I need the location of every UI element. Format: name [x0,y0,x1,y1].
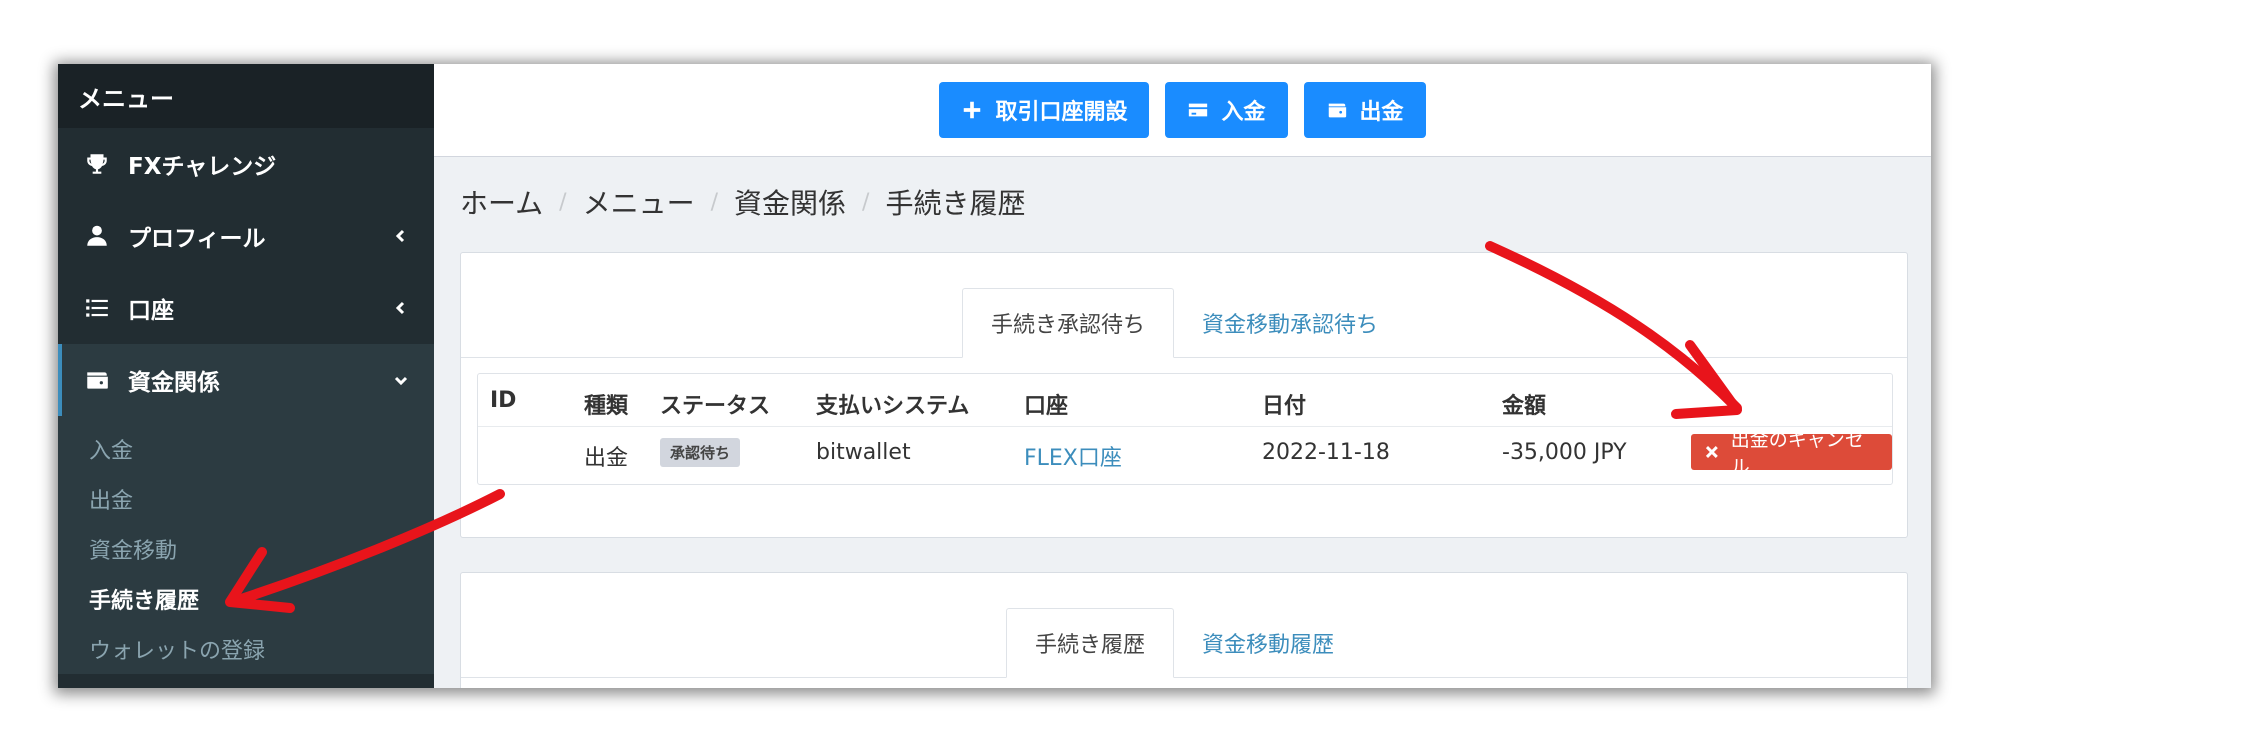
table-divider [478,426,1892,427]
tab-procedure-history[interactable]: 手続き履歴 [1005,608,1174,678]
sidebar-item-label: プロフィール [128,226,266,252]
cell-amount: -35,000 JPY [1502,440,1627,465]
status-badge: 承認待ち [660,438,741,467]
withdraw-label: 出金 [1359,100,1404,125]
sidebar-submenu: 入金 出金 資金移動 手続き履歴 ウォレットの登録 [58,416,434,674]
close-icon [1705,446,1718,458]
account-link[interactable]: FLEX口座 [1024,440,1122,472]
pending-card: 手続き承認待ち 資金移動承認待ち ID 種類 ステータス 支払いシステム 口座 … [460,252,1908,538]
wallet-icon [84,367,110,393]
sidebar-item-fx-challenge[interactable]: FXチャレンジ [58,128,434,200]
pending-tabs: 手続き承認待ち 資金移動承認待ち [461,253,1907,358]
cell-payment-system: bitwallet [816,440,911,465]
sidebar-item-label: 資金関係 [128,370,220,396]
tab-pending-transfers[interactable]: 資金移動承認待ち [1174,288,1407,358]
open-account-button[interactable]: 取引口座開設 [939,82,1150,138]
plus-icon [964,101,981,119]
top-toolbar: 取引口座開設 入金 出金 [434,64,1931,157]
deposit-button[interactable]: 入金 [1165,82,1288,138]
sidebar-item-profile[interactable]: プロフィール [58,200,434,272]
wallet-icon [1328,103,1346,118]
sidebar-item-label: 口座 [128,298,174,324]
submenu-item-deposit[interactable]: 入金 [58,424,434,474]
breadcrumb-separator: / [862,189,870,215]
breadcrumb: ホーム / メニュー / 資金関係 / 手続き履歴 [460,182,1025,222]
breadcrumb-current: 手続き履歴 [885,187,1026,220]
deposit-label: 入金 [1221,100,1266,125]
chevron-left-icon [392,299,410,317]
history-card: 手続き履歴 資金移動履歴 [460,572,1908,688]
history-tabs: 手続き履歴 資金移動履歴 [461,573,1907,678]
trophy-icon [84,151,110,177]
user-icon [84,223,110,249]
cancel-withdrawal-button[interactable]: 出金のキャンセル [1691,429,1892,478]
list-icon [84,295,110,321]
column-header-status: ステータス [660,394,771,419]
submenu-item-history[interactable]: 手続き履歴 [58,574,434,624]
tab-pending-procedures[interactable]: 手続き承認待ち [961,288,1174,358]
column-header-id: ID [490,388,517,413]
withdraw-button[interactable]: 出金 [1303,82,1426,138]
tab-transfer-history[interactable]: 資金移動履歴 [1174,608,1363,678]
sidebar-item-funds[interactable]: 資金関係 [58,344,434,416]
column-header-amount: 金額 [1502,394,1547,419]
sidebar: メニュー FXチャレンジ プロフィール 口座 資金関係 入金 出金 資金移動 手… [58,64,434,688]
open-account-label: 取引口座開設 [995,100,1128,125]
breadcrumb-funds[interactable]: 資金関係 [734,182,846,222]
app-window: メニュー FXチャレンジ プロフィール 口座 資金関係 入金 出金 資金移動 手… [58,64,1931,688]
credit-card-icon [1189,103,1208,117]
chevron-left-icon [392,227,410,245]
submenu-item-wallet-register[interactable]: ウォレットの登録 [58,624,434,674]
cell-date: 2022-11-18 [1262,440,1390,465]
cancel-withdrawal-label: 出金のキャンセル [1730,429,1864,478]
column-header-payment-system: 支払いシステム [816,394,970,419]
chevron-down-icon [392,371,410,389]
column-header-type: 種類 [584,394,629,419]
breadcrumb-separator: / [710,189,719,215]
breadcrumb-separator: / [559,189,567,215]
sidebar-header: メニュー [58,64,434,128]
column-header-date: 日付 [1262,394,1307,419]
submenu-item-transfer[interactable]: 資金移動 [58,524,434,574]
sidebar-item-account[interactable]: 口座 [58,272,434,344]
breadcrumb-home[interactable]: ホーム [460,182,543,222]
pending-table: ID 種類 ステータス 支払いシステム 口座 日付 金額 出金 承認待ち bit… [477,373,1893,485]
main-content: 取引口座開設 入金 出金 ホーム / メニュー / 資金関係 / 手続き履歴 手… [434,64,1931,688]
column-header-account: 口座 [1024,394,1069,419]
sidebar-item-label: FXチャレンジ [128,154,277,180]
breadcrumb-menu[interactable]: メニュー [583,182,695,222]
cell-type: 出金 [584,446,629,471]
submenu-item-withdraw[interactable]: 出金 [58,474,434,524]
